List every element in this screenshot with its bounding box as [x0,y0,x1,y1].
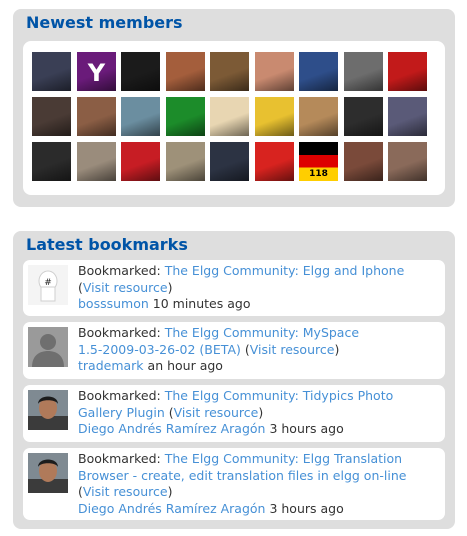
bookmark-title-link[interactable]: The Elgg Community: Elgg and Iphone [165,263,405,278]
members-panel: Y 118 [23,41,445,195]
bookmark-title-link-cont[interactable]: Gallery Plugin [78,405,165,420]
member-avatar[interactable]: 118 [299,142,338,181]
member-avatar[interactable] [255,142,294,181]
bookmark-item: Bookmarked: The Elgg Community: Tidypics… [23,385,445,442]
member-avatar[interactable] [121,52,160,91]
member-avatar[interactable] [210,52,249,91]
bookmark-title-link[interactable]: The Elgg Community: Tidypics Photo [165,388,394,403]
member-avatar[interactable] [166,97,205,136]
bookmark-user-avatar[interactable] [28,390,68,430]
bookmark-author-link[interactable]: Diego Andrés Ramírez Aragón [78,501,265,516]
member-avatar[interactable] [299,52,338,91]
member-avatar[interactable] [32,52,71,91]
bookmark-author-link[interactable]: trademark [78,358,144,373]
bookmark-time: 3 hours ago [269,500,344,516]
member-avatar[interactable] [77,142,116,181]
member-avatar[interactable] [388,97,427,136]
member-avatar[interactable] [344,52,383,91]
member-avatar[interactable]: Y [77,52,116,91]
member-avatar[interactable] [210,97,249,136]
bookmark-text: Bookmarked: The Elgg Community: Elgg Tra… [78,451,439,517]
newest-members-widget: Newest members Y 118 [13,9,455,207]
flag-text: 118 [309,169,328,179]
bookmark-item: Bookmarked: The Elgg Community: Elgg Tra… [23,448,445,520]
bookmark-user-avatar[interactable] [28,327,68,367]
member-avatar[interactable] [299,97,338,136]
member-avatar[interactable] [32,142,71,181]
visit-resource-link[interactable]: Visit resource [83,484,168,499]
member-avatar[interactable] [32,97,71,136]
member-avatar[interactable] [388,52,427,91]
bookmark-author-link[interactable]: Diego Andrés Ramírez Aragón [78,421,265,436]
bookmark-text: Bookmarked: The Elgg Community: Tidypics… [78,388,439,438]
latest-bookmarks-widget: Latest bookmarks # Bookmarked: The Elgg … [13,231,455,529]
bookmark-prefix: Bookmarked: [78,451,161,466]
visit-resource-link[interactable]: Visit resource [250,342,335,357]
bookmark-title-link[interactable]: The Elgg Community: Elgg Translation [165,451,402,466]
bookmark-prefix: Bookmarked: [78,325,161,340]
bookmark-title-link-cont[interactable]: Browser - create, edit translation files… [78,468,406,483]
bookmark-item: # Bookmarked: The Elgg Community: Elgg a… [23,260,445,316]
bookmark-author-link[interactable]: bosssumon [78,296,149,311]
bookmark-user-avatar[interactable] [28,453,68,493]
paren-close: ) [167,279,173,295]
member-avatar[interactable] [166,142,205,181]
newest-members-title: Newest members [26,13,183,32]
yahoo-logo: Y [87,59,106,87]
member-avatar[interactable] [255,52,294,91]
bookmark-text: Bookmarked: The Elgg Community: MySpace … [78,325,439,375]
paren-close: ) [258,404,264,420]
member-avatar[interactable] [344,142,383,181]
member-avatar[interactable] [121,142,160,181]
bookmark-title-link-cont[interactable]: 1.5-2009-03-26-02 (BETA) [78,342,241,357]
svg-text:#: # [44,278,52,288]
member-avatar[interactable] [210,142,249,181]
paren-close: ) [167,484,173,499]
bookmark-time: 3 hours ago [269,421,344,436]
member-avatar[interactable] [166,52,205,91]
bookmark-prefix: Bookmarked: [78,263,161,278]
bookmark-user-avatar[interactable]: # [28,265,68,305]
bookmark-item: Bookmarked: The Elgg Community: MySpace … [23,322,445,379]
member-avatar[interactable] [388,142,427,181]
member-avatar[interactable] [77,97,116,136]
visit-resource-link[interactable]: Visit resource [83,280,168,295]
paren-close: ) [334,341,340,357]
member-avatar[interactable] [121,97,160,136]
bookmark-text: Bookmarked: The Elgg Community: Elgg and… [78,263,439,313]
bookmark-prefix: Bookmarked: [78,388,161,403]
latest-bookmarks-title: Latest bookmarks [26,235,188,254]
member-avatar[interactable] [255,97,294,136]
bookmark-time: 10 minutes ago [152,296,251,311]
member-avatar[interactable] [344,97,383,136]
visit-resource-link[interactable]: Visit resource [174,405,259,420]
bookmark-title-link[interactable]: The Elgg Community: MySpace [165,325,359,340]
bookmark-time: an hour ago [147,358,223,373]
